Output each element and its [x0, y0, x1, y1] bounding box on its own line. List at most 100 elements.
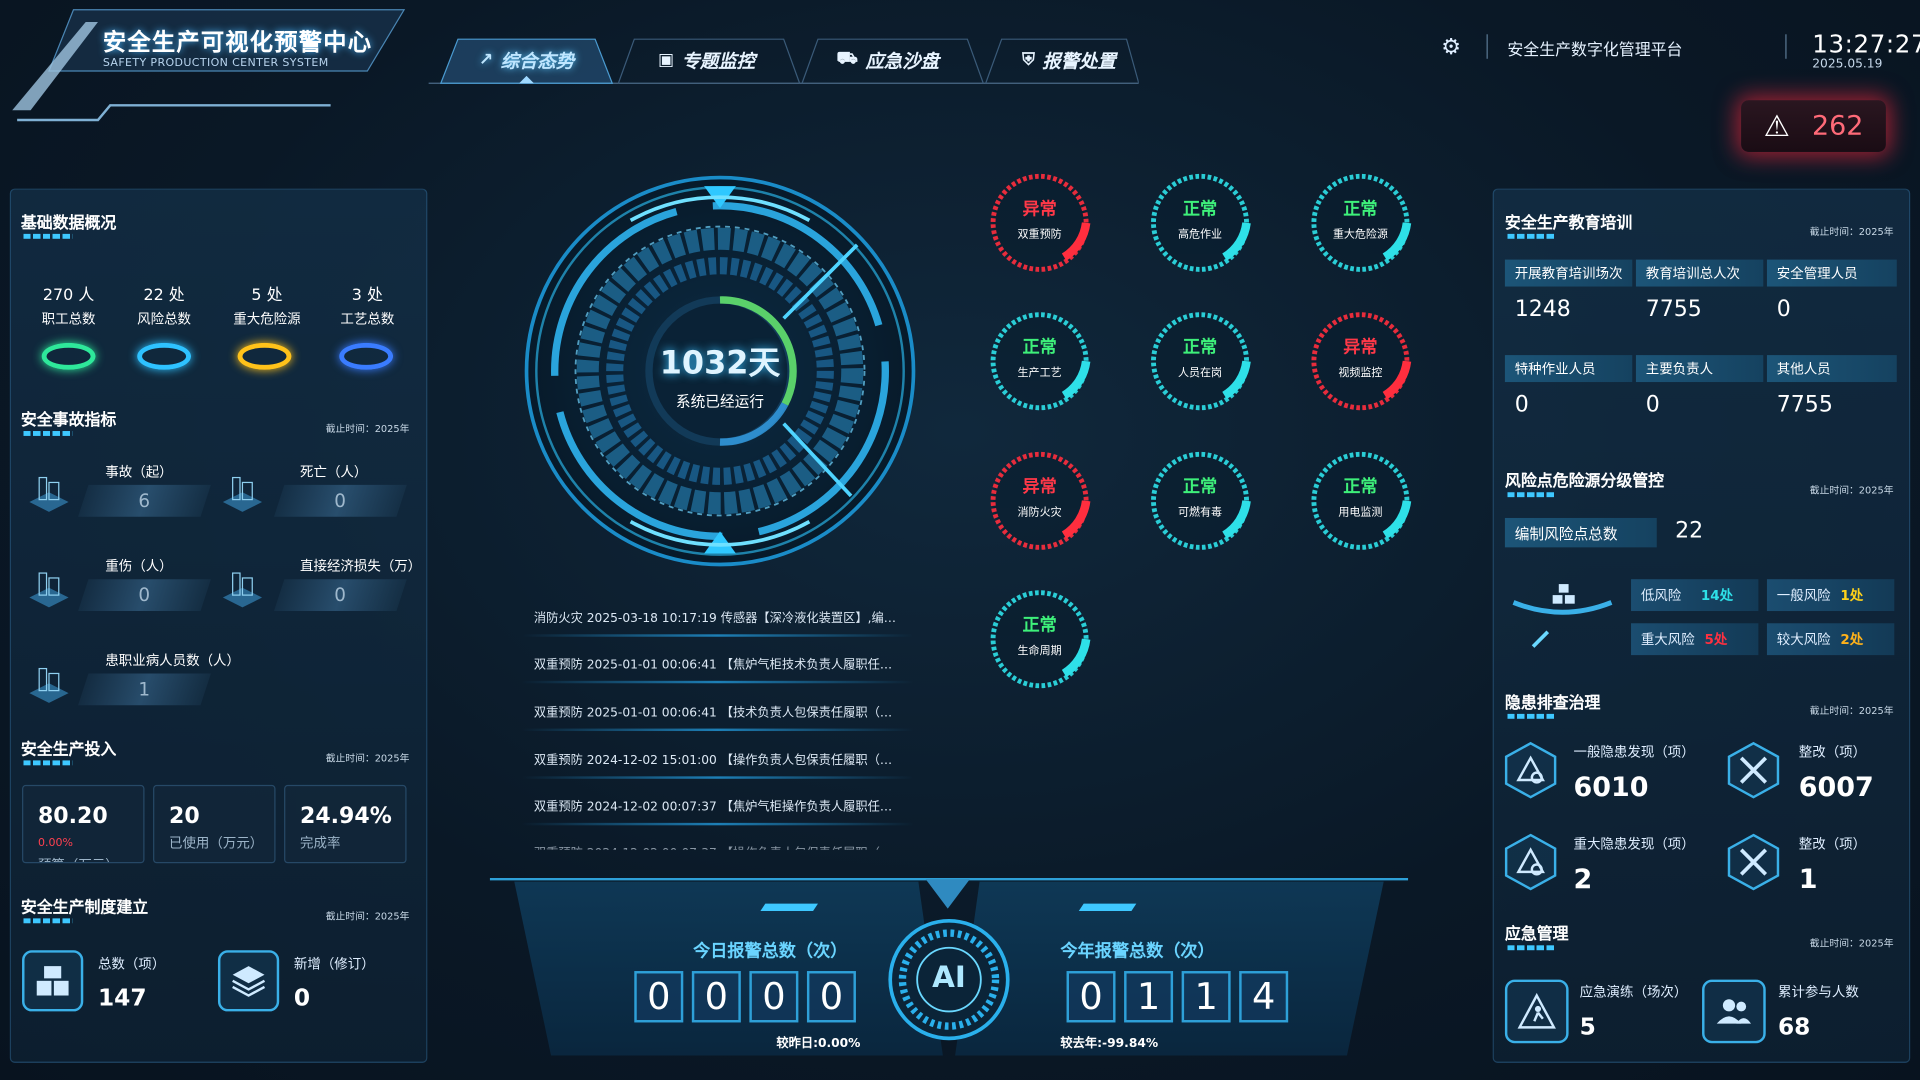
status-indicator[interactable]: 正常 人员在岗: [1149, 310, 1252, 413]
layers-icon: [217, 950, 280, 1012]
status-name: 重大危险源: [1332, 228, 1388, 242]
today-digit: 0: [691, 971, 741, 1023]
training-header: 开展教育培训场次: [1504, 259, 1633, 287]
fix1-label: 整改（项）: [1798, 744, 1867, 761]
fix2-value: 1: [1798, 864, 1818, 896]
budget-label: 预算（万元）: [38, 855, 119, 862]
status-indicator[interactable]: 正常 用电监测: [1309, 449, 1412, 552]
people-value: 68: [1777, 1013, 1811, 1041]
hazard-source-count: 5 处: [251, 286, 283, 305]
status-ring: [1151, 451, 1251, 550]
status-ring: [990, 590, 1091, 689]
accident-label: 事故（起）: [105, 464, 173, 481]
status-name: 生产工艺: [1017, 367, 1062, 380]
death-value: 0: [334, 489, 347, 512]
status-ring: [990, 312, 1091, 411]
risk-total-value: 22: [1675, 517, 1704, 544]
training-value: 0: [1645, 391, 1660, 418]
log-entry[interactable]: 消防火灾 2025-03-18 10:17:19 传感器【深冷液化装置区】,编号…: [534, 607, 901, 625]
training-value: 1248: [1514, 296, 1571, 323]
employee-label: 职工总数: [41, 311, 96, 327]
year-digit: 1: [1124, 971, 1174, 1023]
fix1-value: 6007: [1798, 772, 1874, 804]
today-digit: 0: [806, 971, 856, 1023]
log-divider: [521, 680, 914, 684]
status-ring: [1311, 312, 1412, 411]
status-state: 正常: [1022, 615, 1057, 636]
log-entry[interactable]: 双重预防 2024-12-02 00:07:37 【焦炉气柜操作负责人履职任务.…: [534, 796, 901, 814]
ai-badge-text: AI: [932, 960, 966, 995]
alarm-counter-button[interactable]: ⚠ 262: [1741, 100, 1886, 152]
training-header: 主要负责人: [1635, 355, 1764, 383]
drill-icon: [1504, 979, 1569, 1044]
system-title: 安全生产制度建立: [20, 898, 149, 918]
status-indicator[interactable]: 正常 生命周期: [988, 588, 1091, 691]
status-indicator[interactable]: 异常 消防火灾: [988, 449, 1091, 552]
system-total-label: 总数（项）: [97, 956, 166, 973]
monitor-icon: ▣: [658, 50, 675, 70]
training-value: 7755: [1645, 296, 1702, 323]
section-underline: [1507, 233, 1557, 239]
rate-label: 完成率: [300, 835, 341, 852]
general-hazard-label: 一般隐患发现（项）: [1573, 744, 1695, 761]
vehicle-icon: ⛟: [836, 48, 859, 69]
risk-level-low[interactable]: 低风险 14处: [1631, 579, 1759, 612]
section-underline: [23, 760, 73, 766]
building-icon: [29, 572, 69, 608]
settings-gear-icon[interactable]: ⚙: [1441, 34, 1461, 60]
year-alarm-label: 今年报警总数（次）: [1060, 941, 1215, 962]
drill-label: 应急演练（场次）: [1579, 984, 1688, 1001]
hazard-ring-icon: [237, 342, 292, 370]
log-entry[interactable]: 双重预防 2025-01-01 00:06:41 【焦炉气柜技术负责人履职任务.…: [534, 654, 901, 672]
section-underline: [1507, 713, 1557, 719]
major-hazard-value: 2: [1573, 864, 1593, 896]
status-state: 正常: [1182, 337, 1218, 358]
log-divider: [521, 728, 914, 732]
training-value: 0: [1514, 391, 1529, 418]
log-entry[interactable]: 双重预防 2025-01-01 00:06:41 【技术负责人包保责任履职（武.…: [534, 702, 901, 720]
hazard-source-label: 重大危险源: [233, 311, 301, 327]
status-indicator[interactable]: 异常 视频监控: [1309, 310, 1412, 413]
tab-emergency-sandbox[interactable]: ⛟ 应急沙盘: [796, 34, 980, 85]
status-name: 双重预防: [1017, 228, 1062, 242]
status-state: 异常: [1022, 199, 1057, 220]
risk-label: 风险总数: [137, 311, 192, 327]
year-digit: 1: [1181, 971, 1231, 1023]
used-value: 20: [168, 803, 200, 829]
status-indicator[interactable]: 异常 双重预防: [988, 171, 1091, 274]
tab-alarm-handling[interactable]: ⛨ 报警处置: [977, 34, 1161, 85]
header-divider: [1486, 34, 1488, 59]
status-indicator[interactable]: 正常 高危作业: [1149, 171, 1252, 274]
building-icon: [222, 572, 263, 608]
header-divider: [1785, 34, 1787, 59]
status-ring: [1151, 312, 1251, 411]
hazard-title: 隐患排查治理: [1504, 694, 1601, 713]
tab-topic-monitor[interactable]: ▣ 专题监控: [615, 34, 799, 85]
cutoff-time: 截止时间：2025年: [1809, 937, 1894, 949]
system-new-label: 新增（修订）: [293, 956, 375, 973]
status-indicator[interactable]: 正常 生产工艺: [988, 310, 1091, 413]
general-hazard-value: 6010: [1573, 772, 1649, 804]
page-subtitle: SAFETY PRODUCTION CENTER SYSTEM: [102, 57, 329, 70]
section-underline: [1507, 945, 1557, 951]
section-underline: [23, 918, 73, 924]
risk-level-larger[interactable]: 较大风险 2处: [1766, 623, 1895, 656]
status-ring: [990, 173, 1091, 272]
tab-overview[interactable]: ↗ 综合态势: [435, 34, 619, 85]
rate-card: 24.94% 完成率: [284, 784, 407, 864]
section-underline: [23, 431, 73, 436]
section-underline: [23, 233, 73, 239]
log-entry[interactable]: 双重预防 2024-12-02 15:01:00 【操作负责人包保责任履职（李.…: [534, 749, 901, 767]
year-digit: 0: [1066, 971, 1116, 1023]
status-indicator[interactable]: 正常 重大危险源: [1309, 171, 1412, 274]
status-indicator[interactable]: 正常 可燃有毒: [1149, 449, 1252, 552]
today-alarm-label: 今日报警总数（次）: [693, 941, 848, 962]
log-divider: [521, 634, 914, 637]
training-header: 特种作业人员: [1504, 355, 1633, 383]
risk-level-major[interactable]: 重大风险 5处: [1631, 623, 1759, 656]
status-ring: [1151, 173, 1251, 272]
risk-level-general[interactable]: 一般风险 1处: [1766, 579, 1895, 612]
accident-value: 6: [138, 489, 151, 512]
clock-time: 13:27:27: [1812, 29, 1920, 59]
log-entry[interactable]: 双重预防 2024-12-02 00:07:37 【操作负责人包保责任履职（单.…: [534, 842, 901, 849]
